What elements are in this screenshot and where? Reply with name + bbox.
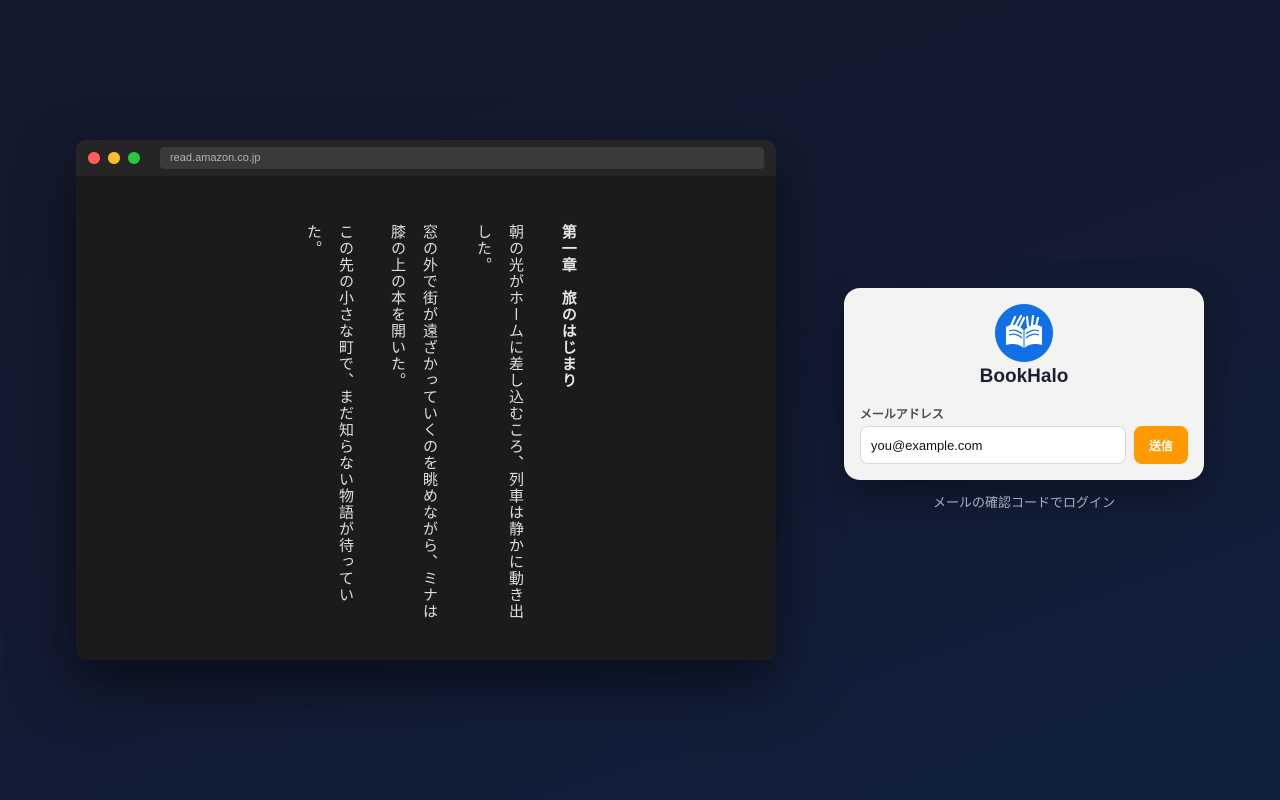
paragraph-1: 朝の光がホームに差し込むころ、列車は静かに動き出した。: [475, 224, 525, 620]
browser-titlebar: read.amazon.co.jp: [76, 140, 776, 176]
email-label: メールアドレス: [860, 407, 945, 421]
login-card: BookHalo メールアドレス 送信: [844, 288, 1204, 480]
brand-name: BookHalo: [979, 366, 1069, 387]
send-button[interactable]: 送信: [1134, 426, 1188, 464]
browser-window: read.amazon.co.jp 第一章 旅のはじまり 朝の光がホームに差し込…: [76, 140, 776, 660]
paragraph-3: この先の小さな町で、まだ知らない物語が待っていた。: [305, 224, 355, 604]
email-input[interactable]: [860, 426, 1126, 464]
address-bar[interactable]: read.amazon.co.jp: [160, 147, 764, 169]
close-window-button[interactable]: [88, 152, 100, 164]
open-book-icon: [995, 304, 1053, 362]
maximize-window-button[interactable]: [128, 152, 140, 164]
reader-page: 第一章 旅のはじまり 朝の光がホームに差し込むころ、列車は静かに動き出した。 窓…: [76, 176, 776, 660]
login-caption: メールの確認コードでログイン: [932, 495, 1115, 510]
minimize-window-button[interactable]: [108, 152, 120, 164]
paragraph-2: 窓の外で街が遠ざかっていくのを眺めながら、ミナは膝の上の本を開いた。: [389, 224, 439, 620]
chapter-heading: 第一章 旅のはじまり: [560, 224, 578, 389]
